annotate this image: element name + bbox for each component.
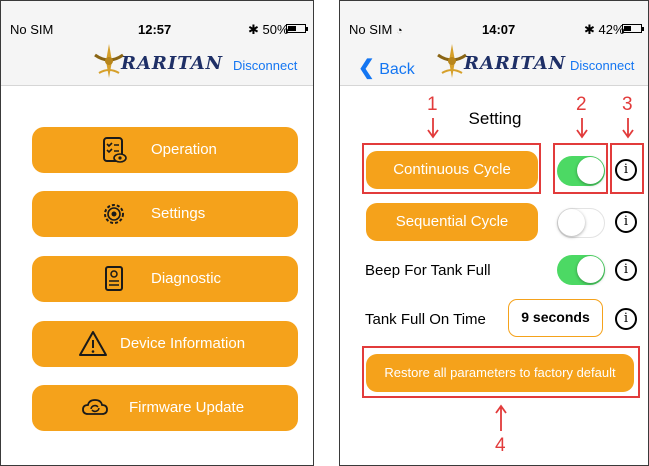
- diagnostic-label: Diagnostic: [151, 270, 222, 287]
- device-information-button[interactable]: Device Information: [32, 321, 298, 367]
- status-carrier: No SIM: [10, 22, 54, 37]
- battery-percent: 50%: [262, 22, 289, 37]
- battery-percent: 42%: [598, 22, 625, 37]
- annotation-box-3: [610, 143, 644, 194]
- raritan-logo: RARITAN: [89, 41, 239, 81]
- gear-icon: [104, 204, 124, 224]
- settings-label: Settings: [151, 205, 206, 222]
- sequential-cycle-toggle[interactable]: [557, 208, 605, 238]
- sequential-cycle-button[interactable]: Sequential Cycle: [366, 203, 538, 241]
- raritan-logo: RARITAN: [432, 41, 582, 81]
- tank-full-on-time-info-icon[interactable]: i: [615, 308, 637, 330]
- header-bar: No SIM ◔ 14:07 ✱ 42% ❮ Back RARITAN Disc…: [340, 1, 648, 86]
- sequential-cycle-info-icon[interactable]: i: [615, 211, 637, 233]
- annotation-arrow-2: [576, 118, 588, 139]
- annotation-box-1: [362, 143, 541, 194]
- back-label: Back: [379, 61, 415, 78]
- bluetooth-icon: ✱: [584, 22, 595, 37]
- annotation-number-2: 2: [576, 94, 587, 115]
- tank-full-on-time-value[interactable]: 9 seconds: [508, 299, 603, 337]
- warning-icon: [79, 331, 107, 356]
- clipboard-eye-icon: [103, 137, 127, 163]
- logo-text: RARITAN: [121, 53, 224, 74]
- logo-text: RARITAN: [464, 53, 567, 74]
- main-menu-screen: No SIM 12:57 ✱ 50% RARITAN Disconnect Op…: [0, 0, 314, 466]
- page-title: Setting: [468, 109, 522, 128]
- wifi-icon: ◔: [395, 25, 403, 37]
- disconnect-button[interactable]: Disconnect: [570, 58, 634, 73]
- operation-label: Operation: [151, 141, 217, 158]
- diagnostic-button[interactable]: Diagnostic: [32, 256, 298, 302]
- back-button[interactable]: ❮ Back: [358, 55, 415, 80]
- status-time: 14:07: [482, 22, 516, 37]
- cloud-sync-icon: [82, 399, 108, 415]
- setting-screen: No SIM ◔ 14:07 ✱ 42% ❮ Back RARITAN Disc…: [339, 0, 649, 466]
- status-battery: ✱ 50%: [248, 22, 289, 38]
- battery-icon: [622, 24, 644, 33]
- status-time: 12:57: [138, 22, 172, 37]
- settings-button[interactable]: Settings: [32, 191, 298, 237]
- beep-tank-full-label: Beep For Tank Full: [365, 262, 491, 279]
- firmware-update-label: Firmware Update: [129, 399, 245, 416]
- annotation-arrow-3: [622, 118, 634, 139]
- annotation-box-4: [362, 346, 640, 398]
- annotation-box-2: [553, 143, 608, 194]
- status-battery: ✱ 42%: [584, 22, 625, 38]
- device-information-label: Device Information: [120, 335, 246, 352]
- firmware-update-button[interactable]: Firmware Update: [32, 385, 298, 431]
- beep-tank-full-info-icon[interactable]: i: [615, 259, 637, 281]
- chevron-left-icon: ❮: [358, 57, 375, 79]
- battery-icon: [286, 24, 308, 33]
- annotation-arrow-1: [427, 118, 439, 139]
- status-carrier: No SIM ◔: [349, 22, 403, 37]
- operation-button[interactable]: Operation: [32, 127, 298, 173]
- annotation-number-1: 1: [427, 94, 438, 115]
- document-icon: [105, 266, 123, 291]
- annotation-number-3: 3: [622, 94, 633, 115]
- beep-tank-full-toggle[interactable]: [557, 255, 605, 285]
- bluetooth-icon: ✱: [248, 22, 259, 37]
- annotation-arrow-4: [495, 404, 507, 431]
- header-bar: No SIM 12:57 ✱ 50% RARITAN Disconnect: [1, 1, 313, 86]
- tank-full-on-time-label: Tank Full On Time: [365, 311, 486, 328]
- annotation-number-4: 4: [495, 435, 506, 456]
- disconnect-button[interactable]: Disconnect: [233, 58, 297, 73]
